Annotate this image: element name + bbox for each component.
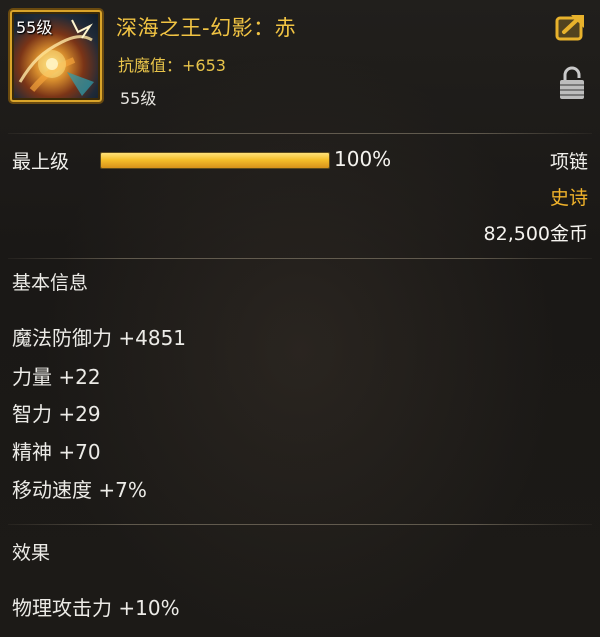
item-name: 深海之王-幻影：赤 (116, 16, 297, 40)
share-arrow-icon (555, 15, 584, 41)
effects-title: 效果 (12, 542, 51, 564)
item-tooltip-panel: 55级 深海之王-幻影：赤 抗魔值：+653 55级 最上级 100% 项链 史… (0, 0, 600, 637)
header-divider (8, 133, 592, 134)
item-required-level: 55级 (120, 89, 157, 108)
basic-info-title: 基本信息 (12, 272, 89, 294)
item-price: 82,500金币 (483, 223, 588, 245)
stat-line: 智力 +29 (12, 402, 101, 426)
item-type: 项链 (549, 151, 588, 173)
upgrade-progress-fill (101, 153, 329, 168)
upgrade-progress-bar (100, 152, 330, 169)
effects-divider (8, 524, 592, 525)
lock-icon (560, 66, 584, 99)
item-resist-value: 抗魔值：+653 (118, 56, 226, 75)
stat-line: 魔法防御力 +4851 (12, 326, 187, 350)
stat-line: 精神 +70 (12, 440, 101, 464)
upgrade-percent: 100% (334, 147, 392, 171)
item-icon[interactable]: 55级 (10, 10, 102, 102)
icon-level-badge: 55级 (16, 18, 53, 37)
stat-line: 移动速度 +7% (12, 478, 147, 502)
basic-info-divider (8, 258, 592, 259)
lock-button[interactable] (559, 66, 585, 100)
stat-line: 力量 +22 (12, 365, 101, 389)
upgrade-level-label: 最上级 (12, 151, 70, 173)
effect-line: 物理攻击力 +10% (12, 596, 180, 620)
item-rarity: 史诗 (549, 187, 588, 209)
share-button[interactable] (555, 12, 587, 42)
